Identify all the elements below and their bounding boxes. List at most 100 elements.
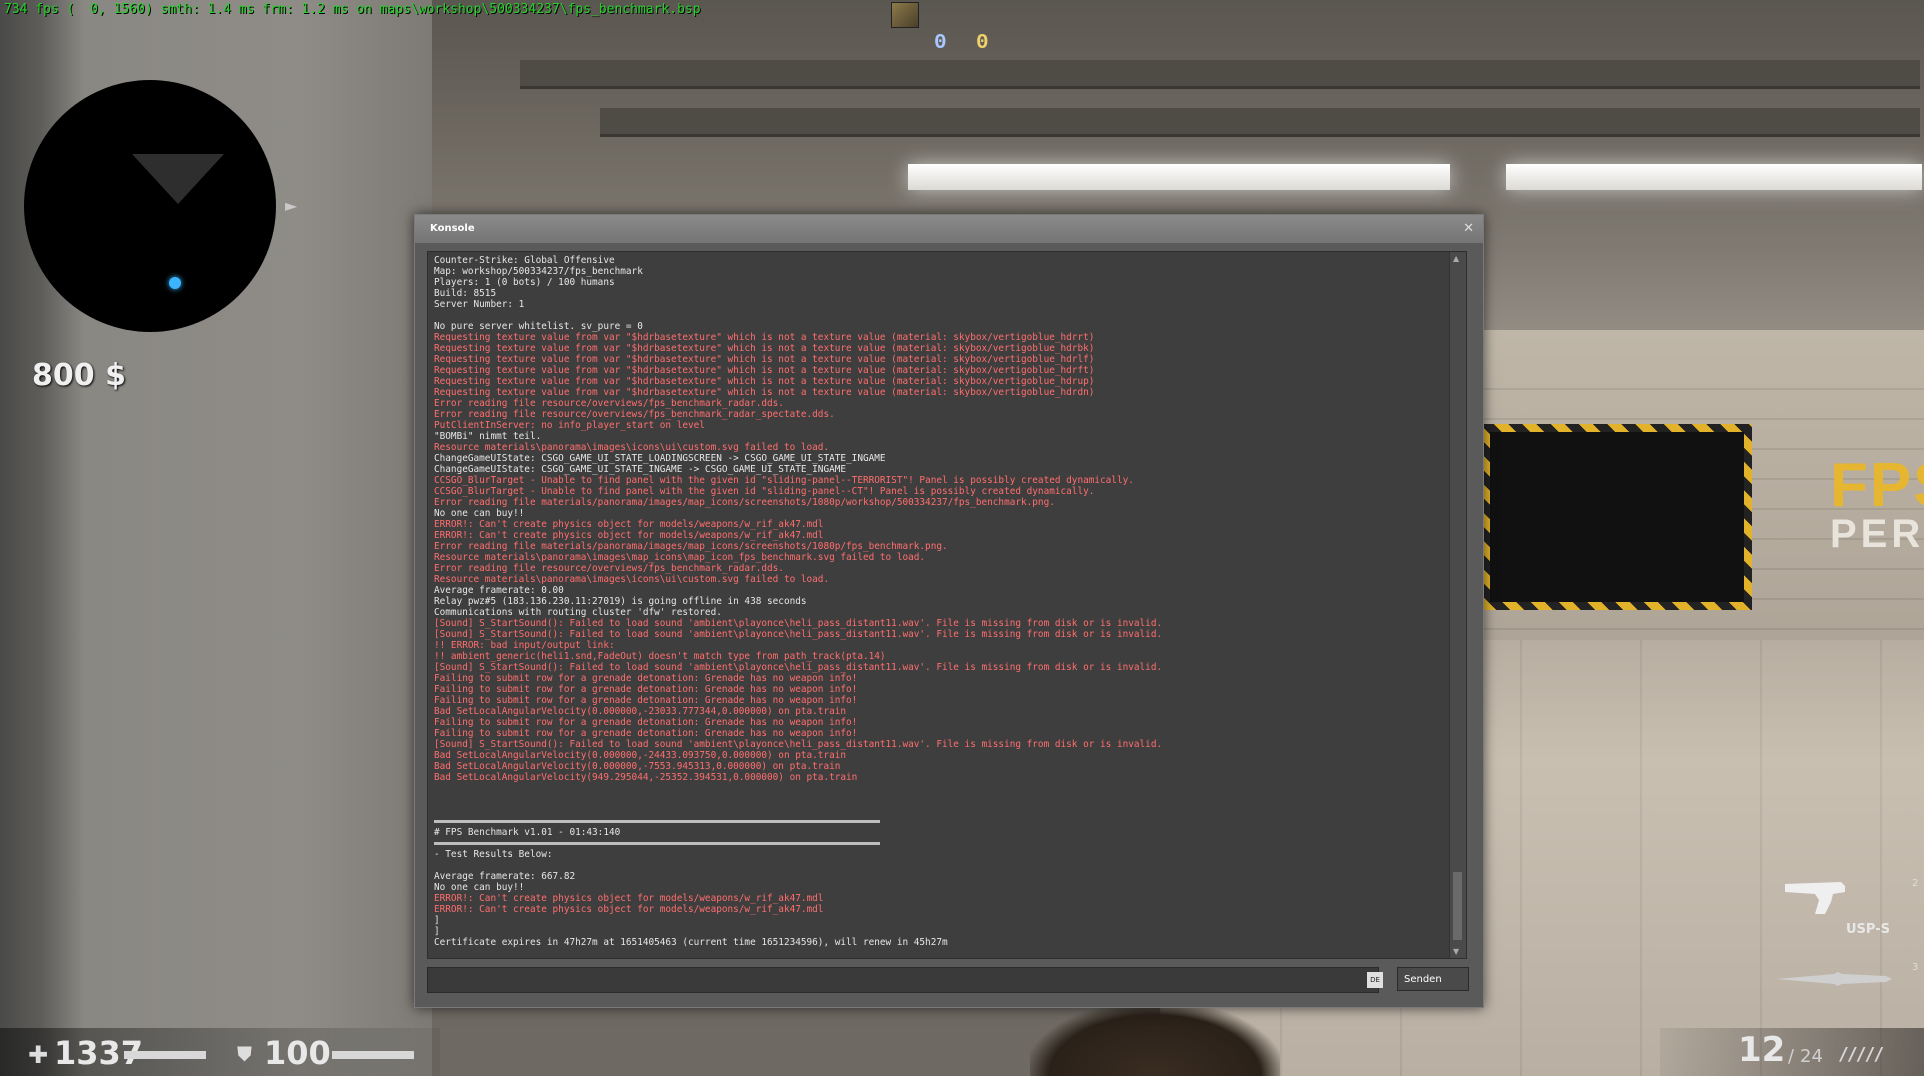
ammo-separator: / xyxy=(1788,1046,1795,1067)
console-line: Failing to submit row for a grenade deto… xyxy=(434,695,858,706)
console-line: !! ERROR: bad input/output link: xyxy=(434,640,615,651)
console-input-box[interactable] xyxy=(427,967,1379,993)
score-t: 0 xyxy=(976,32,989,55)
ceiling-beam xyxy=(600,108,1920,134)
console-line: Counter-Strike: Global Offensive xyxy=(434,255,615,266)
console-line: ] xyxy=(434,915,440,926)
scroll-down-icon[interactable]: ▼ xyxy=(1453,947,1459,956)
console-line: Failing to submit row for a grenade deto… xyxy=(434,673,858,684)
weapon-name: USP-S xyxy=(1846,922,1890,937)
console-title: Konsole xyxy=(430,223,475,234)
console-line: PutClientInServer: no info_player_start … xyxy=(434,420,705,431)
console-line: Failing to submit row for a grenade deto… xyxy=(434,728,858,739)
console-line: CCSGO_BlurTarget - Unable to find panel … xyxy=(434,475,1134,486)
player-hands xyxy=(1030,1004,1280,1076)
console-line: - Test Results Below: xyxy=(434,849,553,860)
console-line: ERROR!: Can't create physics object for … xyxy=(434,530,824,541)
console-output[interactable]: Counter-Strike: Global Offensive Map: wor… xyxy=(427,251,1467,959)
console-line: [Sound] S_StartSound(): Failed to load s… xyxy=(434,629,1163,640)
send-button[interactable]: Senden xyxy=(1397,967,1469,991)
console-line: No pure server whitelist. sv_pure = 0 xyxy=(434,321,643,332)
console-line: Bad SetLocalAngularVelocity(0.000000,-24… xyxy=(434,750,847,761)
console-line: Failing to submit row for a grenade deto… xyxy=(434,684,858,695)
weapon-slot-knife: 3 xyxy=(1912,962,1919,973)
console-line: Error reading file resource/overviews/fp… xyxy=(434,563,784,574)
console-line: ] xyxy=(434,926,440,937)
console-line: Requesting texture value from var "$hdrb… xyxy=(434,387,1095,398)
console-line: Requesting texture value from var "$hdrb… xyxy=(434,332,1095,343)
console-line: Relay pwz#5 (183.136.230.11:27019) is go… xyxy=(434,596,807,607)
console-titlebar[interactable]: Konsole ✕ xyxy=(415,215,1483,243)
console-line: ERROR!: Can't create physics object for … xyxy=(434,519,824,530)
knife-icon xyxy=(1776,972,1892,986)
ceiling-light xyxy=(1506,164,1922,190)
score-ct: 0 xyxy=(934,32,947,55)
console-line: Error reading file resource/overviews/fp… xyxy=(434,398,784,409)
ceiling-light xyxy=(908,164,1450,190)
console-line: CCSGO_BlurTarget - Unable to find panel … xyxy=(434,486,1095,497)
radar-view-cone xyxy=(132,154,224,204)
console-line: ERROR!: Can't create physics object for … xyxy=(434,904,824,915)
console-line: !! ambient_generic(heli1.snd,FadeOut) do… xyxy=(434,651,886,662)
health-bar xyxy=(124,1051,206,1059)
armor-shield-icon: ⛊ xyxy=(237,1042,252,1066)
console-log: Counter-Strike: Global Offensive Map: wor… xyxy=(434,255,1442,948)
console-line: Bad SetLocalAngularVelocity(0.000000,-23… xyxy=(434,706,847,717)
radar xyxy=(24,80,276,332)
money-display: 800 $ xyxy=(32,358,126,393)
console-window[interactable]: Konsole ✕ Counter-Strike: Global Offensi… xyxy=(414,214,1484,1008)
sign-fps: FPS xyxy=(1830,451,1924,520)
ammo-reserve: 24 xyxy=(1800,1046,1823,1067)
console-line: Average framerate: 0.00 xyxy=(434,585,564,596)
console-line: Error reading file materials/panorama/im… xyxy=(434,541,948,552)
console-line: Error reading file materials/panorama/im… xyxy=(434,497,1055,508)
console-line: No one can buy!! xyxy=(434,882,525,893)
radar-arrow-icon: ► xyxy=(285,196,298,215)
console-line: [Sound] S_StartSound(): Failed to load s… xyxy=(434,662,1163,673)
console-line: "BOMBi" nimmt teil. xyxy=(434,431,542,442)
console-line: Resource materials\panorama\images\map_i… xyxy=(434,552,926,563)
scrollbar-thumb[interactable] xyxy=(1453,872,1462,940)
console-scrollbar[interactable]: ▲ ▼ xyxy=(1449,252,1466,958)
console-line: Map: workshop/500334237/fps_benchmark xyxy=(434,266,643,277)
console-separator xyxy=(434,816,1442,827)
close-icon[interactable]: ✕ xyxy=(1463,221,1474,236)
weapon-slot-pistol: 2 xyxy=(1912,878,1919,889)
health-cross-icon: ✚ xyxy=(28,1041,49,1069)
ammo-bullets-icon: ///// xyxy=(1838,1044,1884,1065)
console-line: Players: 1 (0 bots) / 100 humans xyxy=(434,277,615,288)
ammo-clip: 12 xyxy=(1738,1030,1786,1070)
hazard-board xyxy=(1482,424,1752,610)
console-line: Resource materials\panorama\images\icons… xyxy=(434,442,830,453)
console-line: ERROR!: Can't create physics object for … xyxy=(434,893,824,904)
scroll-up-icon[interactable]: ▲ xyxy=(1453,254,1459,263)
console-line: Certificate expires in 47h27m at 1651405… xyxy=(434,937,948,948)
pistol-icon xyxy=(1785,882,1845,914)
sign-perf: PERF xyxy=(1830,512,1924,556)
console-line: No one can buy!! xyxy=(434,508,525,519)
console-line: Build: 8515 xyxy=(434,288,497,299)
console-line: Requesting texture value from var "$hdrb… xyxy=(434,343,1095,354)
console-line: Error reading file resource/overviews/fp… xyxy=(434,409,835,420)
console-line: Server Number: 1 xyxy=(434,299,525,310)
console-line: [Sound] S_StartSound(): Failed to load s… xyxy=(434,618,1163,629)
console-command-input[interactable] xyxy=(432,970,1366,990)
console-separator xyxy=(434,838,1442,849)
console-line: Communications with routing cluster 'dfw… xyxy=(434,607,722,618)
console-line: ChangeGameUIState: CSGO_GAME_UI_STATE_IN… xyxy=(434,464,847,475)
console-line: [Sound] S_StartSound(): Failed to load s… xyxy=(434,739,1163,750)
console-line: Bad SetLocalAngularVelocity(0.000000,-75… xyxy=(434,761,841,772)
armor-value: 100 xyxy=(264,1034,331,1072)
console-line: Requesting texture value from var "$hdrb… xyxy=(434,354,1095,365)
console-line: Average framerate: 667.82 xyxy=(434,871,576,882)
console-line: # FPS Benchmark v1.01 - 01:43:140 xyxy=(434,827,621,838)
language-indicator[interactable]: DE xyxy=(1367,972,1383,988)
console-line: Requesting texture value from var "$hdrb… xyxy=(434,365,1095,376)
net-graph-fps: 734 fps ( 0, 1560) smth: 1.4 ms frm: 1.2… xyxy=(4,2,701,17)
armor-bar xyxy=(332,1051,414,1059)
player-avatar xyxy=(891,2,919,28)
